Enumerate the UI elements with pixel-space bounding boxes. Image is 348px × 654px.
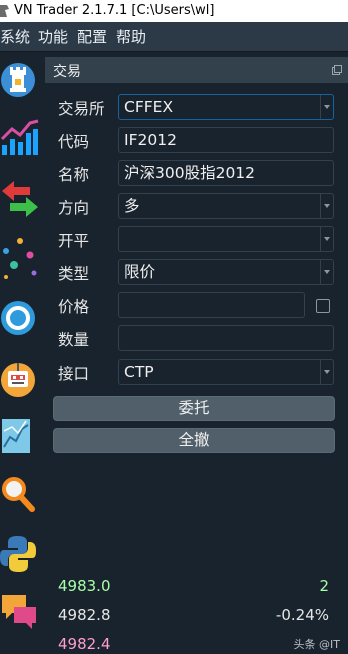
network-icon[interactable] <box>0 233 40 283</box>
send-order-button[interactable]: 委托 <box>53 396 335 421</box>
python-icon[interactable] <box>0 528 40 578</box>
price-lock-checkbox[interactable] <box>316 299 330 313</box>
gateway-select[interactable]: CTP <box>118 359 334 385</box>
order-type-label: 类型 <box>58 265 90 283</box>
offset-select[interactable] <box>118 226 334 252</box>
ring-icon[interactable] <box>0 293 40 343</box>
app-icon <box>0 5 9 17</box>
last-price: 4982.8 <box>58 606 111 624</box>
panel-title: 交易 <box>53 64 81 80</box>
order-type-value: 限价 <box>124 263 156 281</box>
chevron-down-icon <box>320 360 333 384</box>
menu-system[interactable]: 系统 <box>0 22 30 52</box>
trading-panel: 交易 交易所 CFFEX 代码 IF2012 名称 沪深300股指2012 方向… <box>45 53 348 654</box>
price-label: 价格 <box>58 298 90 316</box>
function-toolbar <box>0 53 44 654</box>
menu-config[interactable]: 配置 <box>77 22 107 52</box>
cancel-all-button[interactable]: 全撤 <box>53 428 335 453</box>
direction-label: 方向 <box>58 199 90 217</box>
watermark: 头条 @IT <box>293 638 340 651</box>
chevron-down-icon <box>320 227 333 251</box>
menu-help[interactable]: 帮助 <box>116 22 146 52</box>
exchange-select[interactable]: CFFEX <box>118 94 334 120</box>
gateway-value: CTP <box>124 363 154 381</box>
magnifier-icon[interactable] <box>0 469 40 519</box>
bid-price-1: 4983.0 <box>58 577 111 595</box>
panel-header: 交易 <box>45 57 348 83</box>
chevron-down-icon <box>320 95 333 119</box>
bid-volume-1: 2 <box>319 577 329 595</box>
menu-function[interactable]: 功能 <box>38 22 68 52</box>
rook-icon[interactable] <box>0 55 40 105</box>
exchange-arrows-icon[interactable] <box>0 173 40 223</box>
order-type-select[interactable]: 限价 <box>118 259 334 285</box>
direction-value: 多 <box>124 197 140 215</box>
exchange-label: 交易所 <box>58 100 105 118</box>
ask-price-1: 4982.4 <box>58 635 111 653</box>
code-input[interactable]: IF2012 <box>118 127 334 153</box>
chat-icon[interactable] <box>0 587 40 637</box>
offset-label: 开平 <box>58 232 90 250</box>
volume-label: 数量 <box>58 331 90 349</box>
change-percent: -0.24% <box>275 606 329 624</box>
name-input[interactable]: 沪深300股指2012 <box>118 160 334 186</box>
title-bar: VN Trader 2.1.7.1 [C:\Users\wl] <box>0 0 348 22</box>
chevron-down-icon <box>320 260 333 284</box>
code-label: 代码 <box>58 133 90 151</box>
name-label: 名称 <box>58 166 90 184</box>
bar-chart-icon[interactable] <box>0 111 40 161</box>
window-title: VN Trader 2.1.7.1 [C:\Users\wl] <box>14 3 215 18</box>
volume-input[interactable] <box>118 325 334 351</box>
menu-bar: 系统 功能 配置 帮助 <box>0 22 348 52</box>
exchange-value: CFFEX <box>124 98 174 116</box>
price-input[interactable] <box>118 292 305 318</box>
chevron-down-icon <box>320 194 333 218</box>
direction-select[interactable]: 多 <box>118 193 334 219</box>
chart-map-icon[interactable] <box>0 411 40 461</box>
gateway-label: 接口 <box>58 365 90 383</box>
robot-icon[interactable] <box>0 353 40 403</box>
float-icon[interactable] <box>332 65 342 75</box>
